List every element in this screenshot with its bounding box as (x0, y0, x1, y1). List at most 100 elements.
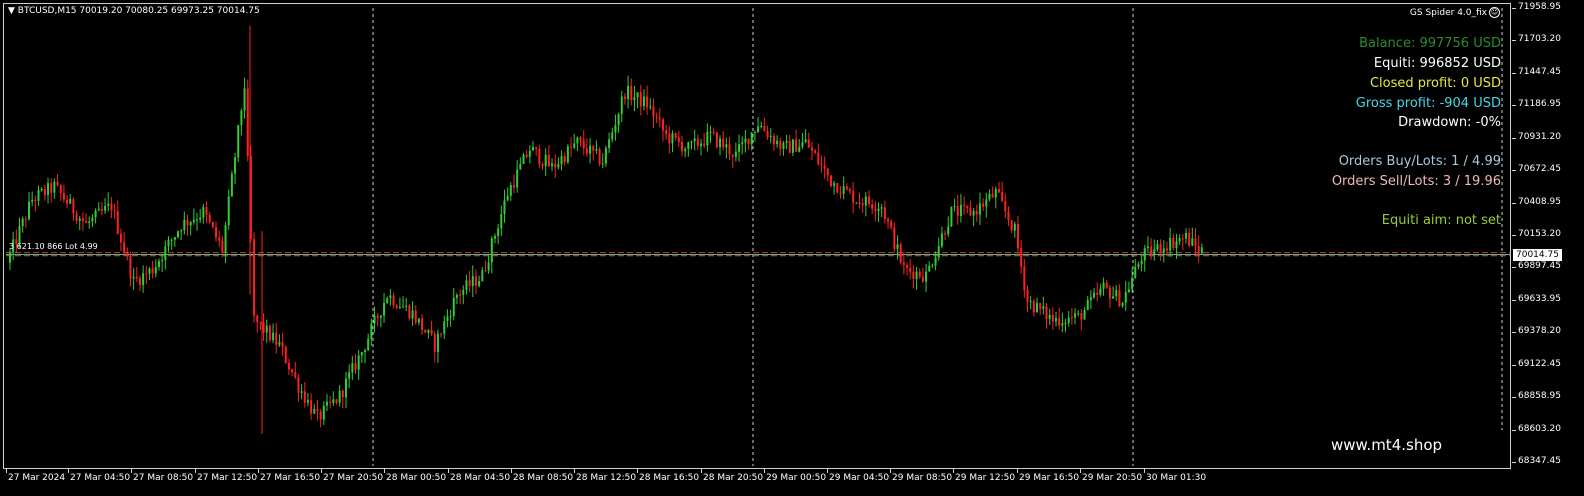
price-tick-label: 69633.95 (1518, 293, 1561, 304)
bear-candle (1165, 248, 1168, 251)
bull-candle (988, 193, 991, 200)
price-tick (1512, 429, 1516, 431)
bear-candle (1004, 200, 1007, 212)
bull-candle (142, 273, 145, 286)
bear-candle (839, 192, 842, 194)
bull-candle (344, 378, 347, 398)
price-tick-label: 70408.95 (1518, 196, 1561, 207)
bear-candle (696, 138, 699, 146)
bear-candle (728, 144, 731, 155)
bear-candle (852, 191, 855, 203)
bear-candle (208, 214, 211, 222)
bear-candle (129, 255, 132, 279)
bear-candle (845, 186, 848, 190)
time-tick (764, 469, 765, 473)
time-tick (1017, 469, 1018, 473)
time-tick-label: 28 Mar 08:50 (513, 473, 574, 483)
bear-candle (1181, 238, 1184, 240)
bull-candle (842, 186, 845, 194)
bull-candle (738, 144, 741, 152)
bear-candle (982, 203, 985, 207)
bear-candle (890, 221, 893, 228)
bear-candle (674, 133, 677, 138)
bull-candle (234, 157, 237, 174)
bull-candle (928, 265, 931, 272)
bull-candle (1102, 282, 1105, 289)
bull-candle (753, 131, 756, 133)
bull-candle (687, 142, 690, 149)
bear-candle (215, 226, 218, 238)
price-tick-label: 71958.95 (1518, 2, 1561, 12)
bear-candle (110, 203, 113, 211)
bull-candle (170, 239, 173, 241)
bear-candle (909, 267, 912, 272)
bear-candle (906, 264, 909, 268)
bull-candle (1162, 248, 1165, 253)
bull-candle (1121, 302, 1124, 307)
bull-candle (481, 270, 484, 281)
bull-candle (1115, 290, 1118, 297)
bull-candle (154, 266, 157, 274)
bull-candle (357, 355, 360, 370)
bull-candle (551, 163, 554, 167)
bull-candle (950, 206, 953, 227)
bear-candle (253, 239, 256, 316)
bull-candle (31, 199, 34, 202)
time-tick-label: 27 Mar 12:50 (197, 473, 258, 483)
bull-candle (202, 207, 205, 218)
bear-candle (440, 333, 443, 335)
bear-candle (871, 204, 874, 209)
bull-candle (398, 307, 401, 309)
time-tick (511, 469, 512, 473)
bull-candle (1036, 303, 1039, 313)
bear-candle (918, 271, 921, 277)
bear-candle (1118, 290, 1121, 307)
bear-candle (975, 210, 978, 215)
bear-candle (665, 130, 668, 134)
time-tick (827, 469, 828, 473)
bear-candle (820, 163, 823, 166)
bear-candle (275, 332, 278, 345)
bear-candle (766, 131, 769, 137)
bear-candle (823, 165, 826, 169)
bear-candle (421, 318, 424, 330)
bull-candle (1099, 288, 1102, 295)
bear-candle (268, 325, 271, 341)
price-tick (1512, 267, 1516, 269)
bull-candle (522, 154, 525, 164)
bull-candle (589, 145, 592, 154)
bull-candle (633, 97, 636, 101)
watermark-text: www.mt4.shop (1331, 436, 1443, 454)
bull-candle (940, 233, 943, 247)
bear-candle (956, 206, 959, 216)
bear-candle (113, 210, 116, 212)
bear-candle (836, 183, 839, 193)
bull-candle (243, 88, 246, 111)
bull-candle (500, 213, 503, 229)
bull-candle (189, 222, 192, 226)
bear-candle (858, 202, 861, 204)
smiley-icon[interactable]: ☺ (1489, 7, 1500, 18)
bull-candle (1042, 306, 1045, 309)
dropdown-triangle-icon[interactable]: ▼ (8, 6, 15, 16)
bull-candle (937, 246, 940, 258)
price-tick-label: 71447.45 (1518, 66, 1561, 77)
bull-candle (636, 92, 639, 98)
bull-candle (719, 138, 722, 148)
orders-sell-stat: Orders Sell/Lots: 3 / 19.96 (1331, 174, 1501, 189)
bear-candle (1020, 248, 1023, 267)
bull-candle (560, 156, 563, 165)
bull-candle (1055, 318, 1058, 322)
bull-candle (199, 217, 202, 220)
bull-candle (503, 200, 506, 214)
bull-candle (671, 133, 674, 144)
bear-candle (883, 207, 886, 220)
price-tick (1512, 8, 1516, 9)
price-tick (1512, 299, 1516, 301)
bull-candle (709, 131, 712, 133)
time-tick-label: 29 Mar 16:50 (1019, 473, 1080, 483)
candlestick-chart[interactable] (0, 0, 1584, 496)
bear-candle (680, 141, 683, 152)
time-tick-label: 29 Mar 20:50 (1082, 473, 1143, 483)
bull-candle (386, 298, 389, 303)
